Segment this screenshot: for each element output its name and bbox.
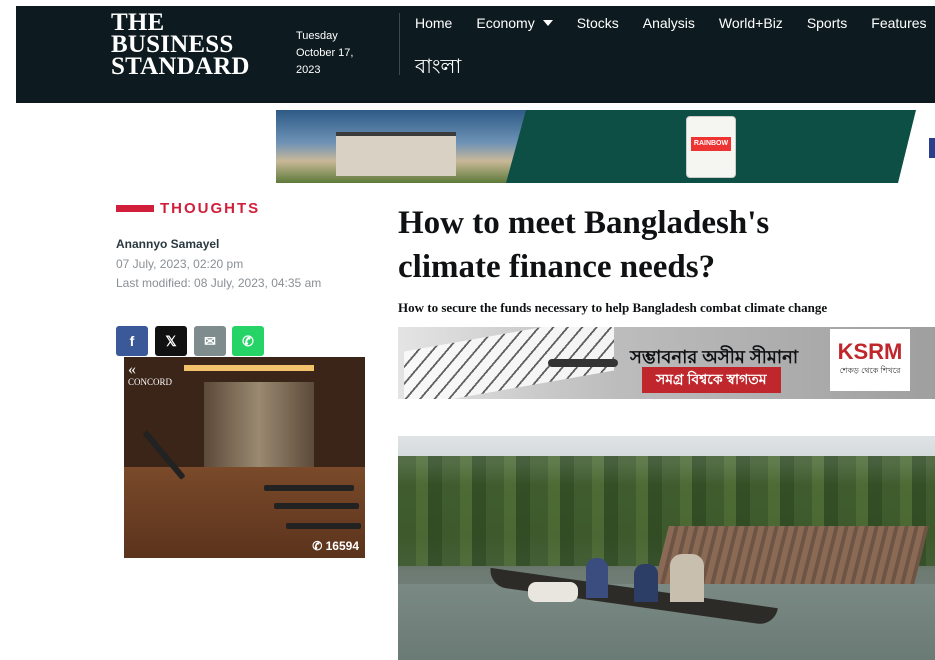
photo-sack (528, 582, 578, 602)
publish-date: 07 July, 2023, 02:20 pm (116, 257, 244, 271)
article-photo (398, 436, 935, 660)
ksrm-logo: KSRM শেকড় থেকে শিখরে (830, 329, 910, 391)
treadmill (264, 485, 354, 491)
treadmill (286, 523, 361, 529)
photo-person (670, 554, 704, 602)
ad-edge-marker (929, 138, 935, 158)
modified-date: Last modified: 08 July, 2023, 04:35 am (116, 276, 322, 290)
section-bar (116, 205, 154, 212)
header-date: Tuesday October 17, 2023 (296, 28, 353, 79)
logo-line: STANDARD (111, 53, 250, 80)
nav-home[interactable]: Home (415, 15, 452, 31)
facebook-icon: f (129, 333, 135, 349)
article-title: How to meet Bangladesh's climate finance… (398, 205, 770, 285)
author-name[interactable]: Anannyo Samayel (116, 237, 219, 251)
date-year: 2023 (296, 64, 321, 76)
middle-ad-banner[interactable]: সম্ভাবনার অসীম সীমানা সমগ্র বিশ্বকে স্বা… (398, 327, 935, 399)
article-subtitle: How to secure the funds necessary to hel… (398, 300, 828, 315)
x-icon: 𝕏 (165, 332, 177, 349)
nav-analysis[interactable]: Analysis (643, 15, 695, 31)
header-divider (399, 13, 400, 75)
gym-wall (204, 382, 314, 467)
treadmill (274, 503, 359, 509)
view-count: ✆ 16594 (312, 539, 359, 553)
ad-tagline-box: সমগ্র বিশ্বকে স্বাগতম (642, 367, 781, 393)
date-day: Tuesday (296, 30, 338, 42)
view-count-value: 16594 (325, 539, 359, 553)
photo-person (586, 558, 608, 598)
twitter-share-button[interactable]: 𝕏 (155, 326, 187, 356)
nav-sports[interactable]: Sports (807, 15, 847, 31)
main-nav: Home Economy Stocks Analysis World+Biz S… (415, 15, 935, 31)
concord-logo: «CONCORD (128, 361, 173, 388)
nav-features[interactable]: Features (871, 15, 926, 31)
house-shape (336, 132, 456, 176)
ksrm-brand: KSRM (837, 339, 903, 364)
concord-label: CONCORD (128, 377, 173, 387)
bucket-label: RAINBOW (691, 137, 731, 151)
ksrm-tagline: শেকড় থেকে শিখরে (839, 366, 901, 375)
date-monthday: October 17, (296, 47, 354, 59)
nav-world-biz[interactable]: World+Biz (719, 15, 783, 31)
airplane-icon (548, 359, 618, 367)
paint-bucket-image: RAINBOW (686, 116, 736, 178)
email-icon: ✉ (204, 332, 216, 349)
ad-house-image (276, 110, 526, 183)
site-logo[interactable]: THE BUSINESS STANDARD (111, 10, 250, 80)
email-share-button[interactable]: ✉ (194, 326, 226, 356)
chevron-left-icon: « (128, 361, 136, 378)
photo-person (634, 564, 658, 602)
whatsapp-share-button[interactable]: ✆ (232, 326, 264, 356)
facebook-share-button[interactable]: f (116, 326, 148, 356)
sidebar-ad[interactable]: «CONCORD ✆ 16594 (124, 357, 365, 558)
nav-economy[interactable]: Economy (476, 15, 553, 31)
whatsapp-icon: ✆ (242, 332, 254, 349)
gym-light (184, 365, 314, 371)
nav-economy-label: Economy (476, 15, 535, 31)
nav-bangla[interactable]: বাংলা (415, 52, 461, 85)
site-header: THE BUSINESS STANDARD Tuesday October 17… (16, 6, 935, 103)
chevron-down-icon (542, 20, 553, 26)
nav-stocks[interactable]: Stocks (577, 15, 619, 31)
section-label[interactable]: THOUGHTS (160, 200, 260, 217)
top-ad-banner[interactable]: RAINBOW (276, 110, 916, 183)
